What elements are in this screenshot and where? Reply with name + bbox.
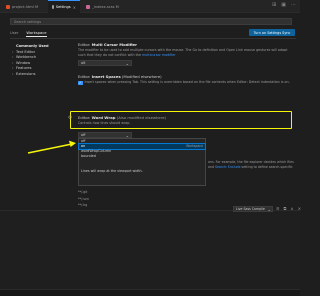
search-exclude-link[interactable]: Search: Exclude xyxy=(215,165,241,169)
output-panel xyxy=(0,210,300,296)
close-panel-icon[interactable]: × xyxy=(298,206,302,211)
output-channel-select[interactable]: Live Sass Compile ⌄ xyxy=(233,206,273,212)
list-item[interactable]: **/.git xyxy=(78,189,89,196)
maximize-panel-icon[interactable]: ∧ xyxy=(291,206,294,211)
list-item[interactable]: **/.hg xyxy=(78,202,89,209)
description-suffix: setting to define search-specific xyxy=(240,164,293,169)
arrow-shaft xyxy=(27,143,73,154)
files-exclude-description: ons. For example, the file explorer deci… xyxy=(208,160,294,169)
panel-actions: ≡ ⧉ ∧ × xyxy=(276,206,301,211)
chevron-down-icon: ⌄ xyxy=(267,206,271,212)
copy-icon[interactable]: ⧉ xyxy=(284,206,287,211)
status-bar xyxy=(0,289,300,296)
arrow-head xyxy=(69,140,76,147)
select-value: Live Sass Compile xyxy=(236,207,265,211)
list-filter-icon[interactable]: ≡ xyxy=(276,206,280,211)
